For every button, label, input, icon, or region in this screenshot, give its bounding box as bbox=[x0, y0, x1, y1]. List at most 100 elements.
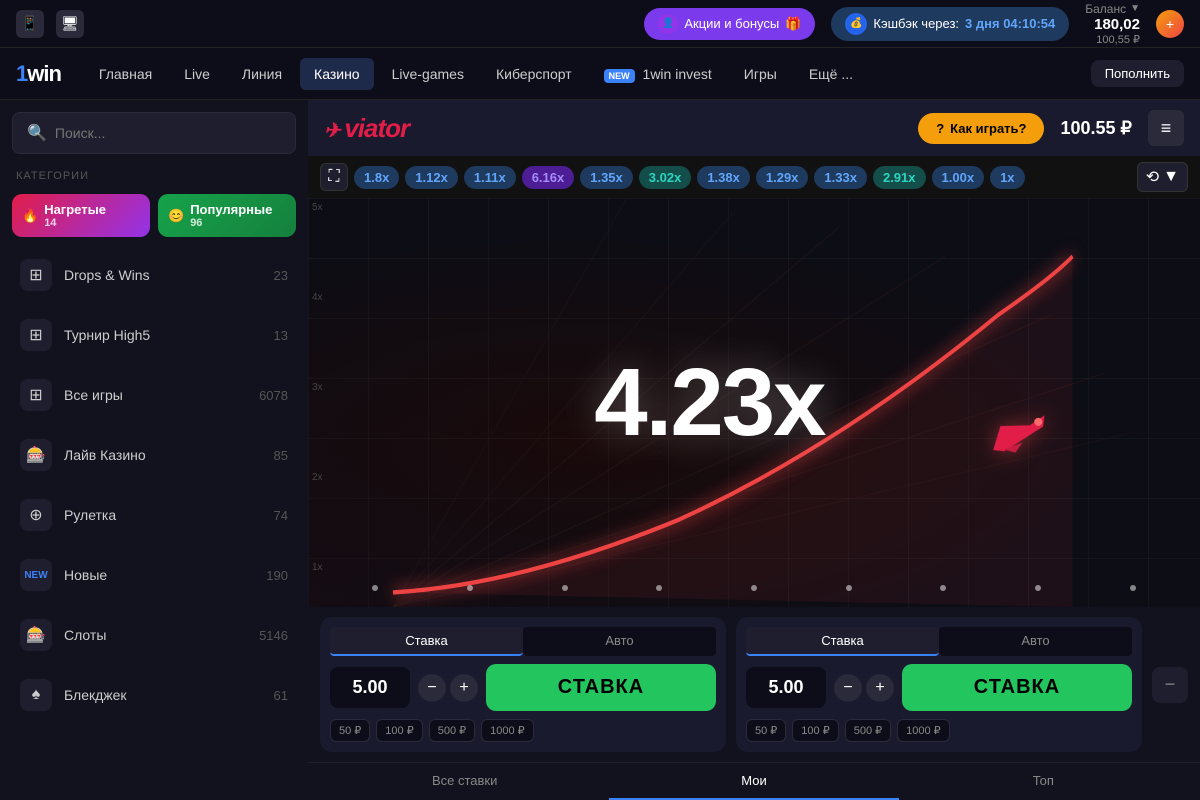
tab-auto-1[interactable]: Авто bbox=[523, 627, 716, 656]
tab-top[interactable]: Топ bbox=[899, 763, 1188, 800]
logo[interactable]: 1win bbox=[16, 61, 61, 87]
balance-label: Баланс bbox=[1085, 2, 1126, 16]
tab-stake-2[interactable]: Ставка bbox=[746, 627, 939, 656]
increase-bet-1[interactable]: + bbox=[450, 674, 478, 702]
cat-hot-count: 14 bbox=[44, 217, 106, 229]
category-hot[interactable]: 🔥 Нагретые 14 bbox=[12, 194, 150, 237]
y-axis: 5x 4x 3x 2x 1x bbox=[312, 198, 323, 577]
top-bar-right: 👤 Акции и бонусы 🎁 💰 Кэшбэк через: 3 дня… bbox=[644, 2, 1184, 46]
sidebar: 🔍 КАТЕГОРИИ 🔥 Нагретые 14 😊 Популярные 9… bbox=[0, 100, 308, 800]
nav-games[interactable]: Игры bbox=[730, 58, 791, 90]
categories-label: КАТЕГОРИИ bbox=[12, 170, 296, 182]
main-layout: 🔍 КАТЕГОРИИ 🔥 Нагретые 14 😊 Популярные 9… bbox=[0, 100, 1200, 800]
game-header-right: ? Как играть? 100.55 ₽ ≡ bbox=[918, 110, 1184, 146]
sidebar-item-drops[interactable]: ⊞ Drops & Wins 23 bbox=[12, 249, 296, 301]
how-to-label: Как играть? bbox=[950, 121, 1026, 136]
tab-auto-2[interactable]: Авто bbox=[939, 627, 1132, 656]
live-casino-icon: 🎰 bbox=[20, 439, 52, 471]
mult-pill-0: 1.8x bbox=[354, 166, 399, 189]
expand-button[interactable]: ⛶ bbox=[320, 163, 348, 191]
quick-100[interactable]: 100 ₽ bbox=[376, 719, 422, 742]
stake-button-2[interactable]: СТАВКА bbox=[902, 664, 1132, 711]
nav-casino[interactable]: Казино bbox=[300, 58, 374, 90]
game-menu-button[interactable]: ≡ bbox=[1148, 110, 1184, 146]
nav-live[interactable]: Live bbox=[170, 58, 224, 90]
category-pills: 🔥 Нагретые 14 😊 Популярные 96 bbox=[12, 194, 296, 237]
desktop-icon[interactable]: 🖥 bbox=[56, 10, 84, 38]
gift-icon: 🎁 bbox=[785, 16, 801, 32]
bet-amount-1: 5.00 bbox=[330, 667, 410, 708]
sidebar-item-high5[interactable]: ⊞ Турнир High5 13 bbox=[12, 309, 296, 361]
mult-pill-11: 1x bbox=[990, 166, 1024, 189]
quick2-100[interactable]: 100 ₽ bbox=[792, 719, 838, 742]
game-canvas: 4.23x 5x 4x 3x 2x 1x bbox=[308, 198, 1200, 607]
stake-button-1[interactable]: СТАВКА bbox=[486, 664, 716, 711]
question-icon: ? bbox=[936, 121, 944, 136]
tab-my-bets[interactable]: Мои bbox=[609, 763, 898, 800]
cashback-label: Кэшбэк через: bbox=[873, 16, 959, 31]
sidebar-item-new[interactable]: NEW Новые 190 bbox=[12, 549, 296, 601]
mobile-icon[interactable]: 📱 bbox=[16, 10, 44, 38]
high5-label: Турнир High5 bbox=[64, 327, 262, 343]
dots-row bbox=[308, 585, 1200, 591]
new-count: 190 bbox=[266, 568, 288, 583]
sidebar-item-slots[interactable]: 🎰 Слоты 5146 bbox=[12, 609, 296, 661]
remove-panel-button[interactable]: − bbox=[1152, 667, 1188, 703]
category-popular[interactable]: 😊 Популярные 96 bbox=[158, 194, 296, 237]
slots-count: 5146 bbox=[259, 628, 288, 643]
decrease-bet-1[interactable]: − bbox=[418, 674, 446, 702]
balance-area[interactable]: Баланс ▼ 180,02 100,55 ₽ bbox=[1085, 2, 1140, 46]
nav-esports[interactable]: Киберспорт bbox=[482, 58, 586, 90]
quick2-1000[interactable]: 1000 ₽ bbox=[897, 719, 950, 742]
betting-area: Ставка Авто 5.00 − + СТАВКА 50 ₽ 100 ₽ 5… bbox=[308, 607, 1200, 762]
slots-icon: 🎰 bbox=[20, 619, 52, 651]
live-casino-count: 85 bbox=[274, 448, 288, 463]
sidebar-item-all-games[interactable]: ⊞ Все игры 6078 bbox=[12, 369, 296, 421]
dot-4 bbox=[656, 585, 662, 591]
quick-500[interactable]: 500 ₽ bbox=[429, 719, 475, 742]
search-box[interactable]: 🔍 bbox=[12, 112, 296, 154]
how-to-play-button[interactable]: ? Как играть? bbox=[918, 113, 1044, 144]
game-balance: 100.55 ₽ bbox=[1060, 118, 1132, 139]
high5-icon: ⊞ bbox=[20, 319, 52, 351]
dot-3 bbox=[562, 585, 568, 591]
increase-bet-2[interactable]: + bbox=[866, 674, 894, 702]
promo-button[interactable]: 👤 Акции и бонусы 🎁 bbox=[644, 8, 815, 40]
quick-50[interactable]: 50 ₽ bbox=[330, 719, 370, 742]
nav-invest[interactable]: NEW 1win invest bbox=[590, 58, 726, 90]
drops-icon: ⊞ bbox=[20, 259, 52, 291]
deposit-button[interactable]: + bbox=[1156, 10, 1184, 38]
sidebar-item-blackjack[interactable]: ♠ Блекджек 61 bbox=[12, 669, 296, 721]
mult-pill-4: 1.35x bbox=[580, 166, 633, 189]
deposit-nav-btn[interactable]: Пополнить bbox=[1091, 60, 1184, 87]
decrease-bet-2[interactable]: − bbox=[834, 674, 862, 702]
search-icon: 🔍 bbox=[27, 123, 47, 143]
bet-panel-1: Ставка Авто 5.00 − + СТАВКА 50 ₽ 100 ₽ 5… bbox=[320, 617, 726, 752]
drops-count: 23 bbox=[274, 268, 288, 283]
bet-stepper-2: − + bbox=[834, 674, 894, 702]
slots-label: Слоты bbox=[64, 627, 247, 643]
sidebar-item-live-casino[interactable]: 🎰 Лайв Казино 85 bbox=[12, 429, 296, 481]
quick2-50[interactable]: 50 ₽ bbox=[746, 719, 786, 742]
game-area: viator ? Как играть? 100.55 ₽ ≡ ⛶ 1.8x 1… bbox=[308, 100, 1200, 800]
history-button[interactable]: ⟲ ▼ bbox=[1137, 162, 1188, 192]
balance-main: 180,02 bbox=[1094, 16, 1140, 33]
new-badge: NEW bbox=[604, 69, 635, 83]
balance-sub: 100,55 ₽ bbox=[1096, 33, 1140, 46]
quick2-500[interactable]: 500 ₽ bbox=[845, 719, 891, 742]
sidebar-item-roulette[interactable]: ⊕ Рулетка 74 bbox=[12, 489, 296, 541]
blackjack-label: Блекджек bbox=[64, 687, 262, 703]
nav-live-games[interactable]: Live-games bbox=[378, 58, 478, 90]
nav-line[interactable]: Линия bbox=[228, 58, 296, 90]
nav-more[interactable]: Ещё ... bbox=[795, 58, 867, 90]
game-header: viator ? Как играть? 100.55 ₽ ≡ bbox=[308, 100, 1200, 156]
nav-home[interactable]: Главная bbox=[85, 58, 166, 90]
bet-panel-2: Ставка Авто 5.00 − + СТАВКА 50 ₽ 100 ₽ 5… bbox=[736, 617, 1142, 752]
search-input[interactable] bbox=[55, 125, 281, 141]
bottom-tabs: Все ставки Мои Топ bbox=[308, 762, 1200, 800]
quick-1000[interactable]: 1000 ₽ bbox=[481, 719, 534, 742]
cashback-button[interactable]: 💰 Кэшбэк через: 3 дня 04:10:54 bbox=[831, 7, 1069, 41]
tab-all-bets[interactable]: Все ставки bbox=[320, 763, 609, 800]
popular-icon: 😊 bbox=[168, 208, 184, 224]
tab-stake-1[interactable]: Ставка bbox=[330, 627, 523, 656]
